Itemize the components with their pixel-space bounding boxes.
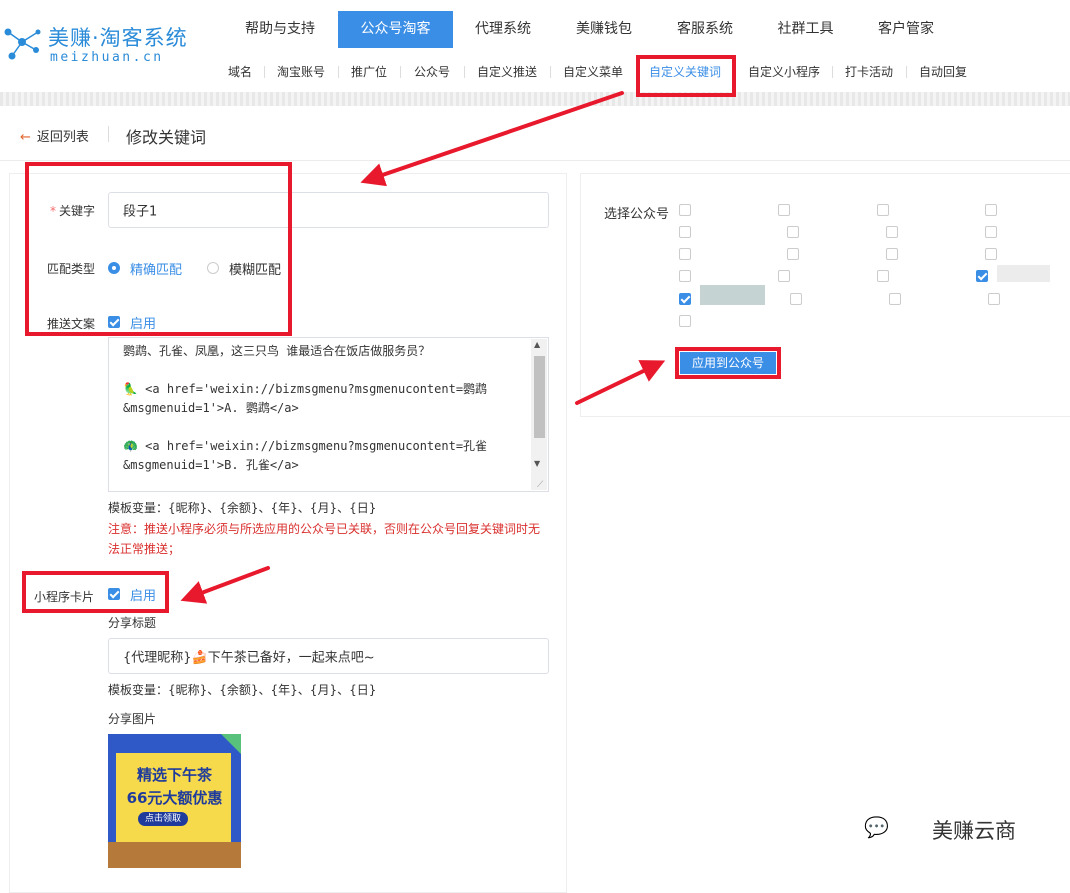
arrow-to-apply — [575, 360, 666, 405]
arrow-to-miniapp — [180, 566, 270, 604]
arrow-to-form — [360, 91, 624, 187]
annotation-arrows — [180, 91, 666, 604]
wechat-icon: 💬 — [864, 815, 889, 839]
watermark-text: 美赚云商 — [932, 819, 1016, 843]
